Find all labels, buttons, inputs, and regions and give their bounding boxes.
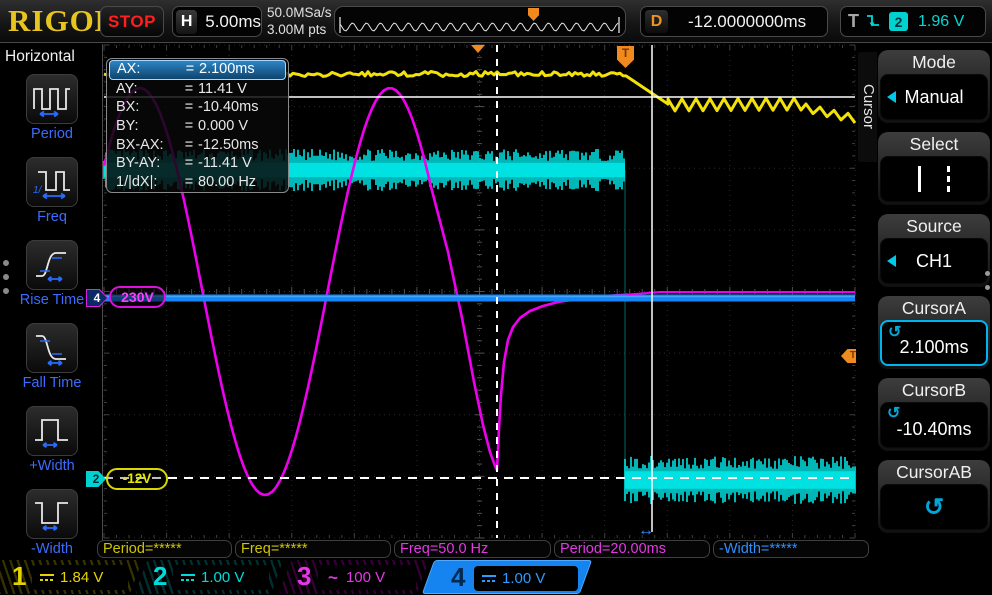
readout-row: BY-AY:=-11.41 V <box>107 154 288 173</box>
rotate-knob-icon: ↺ <box>887 403 900 423</box>
source-value: CH1 <box>916 251 952 272</box>
group-mode: Mode Manual <box>878 50 990 123</box>
mode-button[interactable]: Manual <box>880 74 988 120</box>
channel-3-number: 3 <box>297 561 311 592</box>
group-cursor-b: CursorB ↺ -10.40ms <box>878 378 990 451</box>
menu-tab-cursor: Cursor <box>858 52 877 162</box>
dc-coupling-icon <box>40 574 54 581</box>
group-cursor-ab: CursorAB ↺ <box>878 460 990 533</box>
rotate-knob-icon: ↺ <box>888 322 901 342</box>
group-select: Select <box>878 132 990 205</box>
channel-status-bar: 1 1.84 V 2 1.00 V <box>0 559 992 595</box>
dc-coupling-icon <box>482 575 496 582</box>
right-soft-menu: Cursor Mode Manual Select Source CH1 C <box>856 44 992 558</box>
mode-label: Mode <box>880 51 988 74</box>
readout-row: AX:=2.100ms <box>109 60 286 80</box>
cursor-b-line-icon <box>947 166 950 192</box>
mode-value: Manual <box>904 87 963 108</box>
channel-1-scale-box: 1.84 V <box>32 565 128 590</box>
ch1-user-label[interactable]: -12V <box>106 468 168 490</box>
readout-row: BX-AX:=-12.50ms <box>107 136 288 155</box>
channel-2-cell[interactable]: 2 1.00 V <box>135 560 283 594</box>
channel-4-scale-box: 1.00 V <box>474 566 578 591</box>
left-arrow-icon <box>887 91 896 103</box>
oscilloscope-screen: RIGOL STOP H 5.00ms 50.0MSa/s 3.00M pts … <box>0 0 992 595</box>
select-label: Select <box>880 133 988 156</box>
measurement-slot-4[interactable]: Period=20.00ms <box>554 540 710 558</box>
channel-3-cell[interactable]: 3 ~ 100 V <box>279 560 429 594</box>
channel-3-scale: 100 V <box>346 569 385 586</box>
ac-coupling-icon: ~ <box>328 568 338 588</box>
cursor-readout-panel: AX:=2.100ms AY:=11.41 V BX:=-10.40ms BY:… <box>106 58 289 193</box>
cursor-b-label: CursorB <box>880 379 988 402</box>
source-label: Source <box>880 215 988 238</box>
ch3-user-label[interactable]: 230V <box>109 286 166 308</box>
group-source: Source CH1 <box>878 214 990 287</box>
channel-2-scale: 1.00 V <box>201 569 244 586</box>
channel-2-number: 2 <box>153 561 167 592</box>
channel-3-scale-box: ~ 100 V <box>318 565 416 590</box>
rotate-knob-icon: ↺ <box>924 493 944 522</box>
measurement-slot-5[interactable]: -Width=***** <box>713 540 869 558</box>
cursor-ab-button[interactable]: ↺ <box>880 484 988 530</box>
channel-4-number: 4 <box>451 562 465 593</box>
channel-4-scale: 1.00 V <box>502 570 545 587</box>
channel-4-cell[interactable]: 4 1.00 V <box>422 560 592 594</box>
horizontal-expand-icon: ↔ <box>638 522 654 540</box>
readout-row: BX:=-10.40ms <box>107 98 288 117</box>
channel-1-cell[interactable]: 1 1.84 V <box>0 560 142 594</box>
measurement-slot-1[interactable]: Period=***** <box>97 540 232 558</box>
readout-row: 1/|dX|:=80.00 Hz <box>107 173 288 192</box>
measurement-slot-3[interactable]: Freq=50.0 Hz <box>394 540 551 558</box>
channel-1-number: 1 <box>12 561 26 592</box>
dc-coupling-icon <box>181 574 195 581</box>
readout-row: BY:=0.000 V <box>107 117 288 136</box>
left-arrow-icon <box>887 255 896 267</box>
sweep-center-marker-icon[interactable] <box>471 45 485 53</box>
channel-1-scale: 1.84 V <box>60 569 103 586</box>
readout-row: AY:=11.41 V <box>107 80 288 99</box>
measurement-slot-2[interactable]: Freq=***** <box>235 540 391 558</box>
cursor-a-line-icon <box>918 166 921 192</box>
cursor-ab-label: CursorAB <box>880 461 988 484</box>
menu-page-dots <box>985 262 990 299</box>
source-button[interactable]: CH1 <box>880 238 988 284</box>
cursor-a-label: CursorA <box>880 297 988 320</box>
select-button[interactable] <box>880 156 988 202</box>
cursor-a-button[interactable]: ↺ 2.100ms <box>880 320 988 366</box>
cursor-b-value: -10.40ms <box>896 419 971 440</box>
group-cursor-a: CursorA ↺ 2.100ms <box>878 296 990 369</box>
cursor-a-value: 2.100ms <box>899 337 968 358</box>
cursor-b-button[interactable]: ↺ -10.40ms <box>880 402 988 448</box>
channel-2-scale-box: 1.00 V <box>173 565 269 590</box>
